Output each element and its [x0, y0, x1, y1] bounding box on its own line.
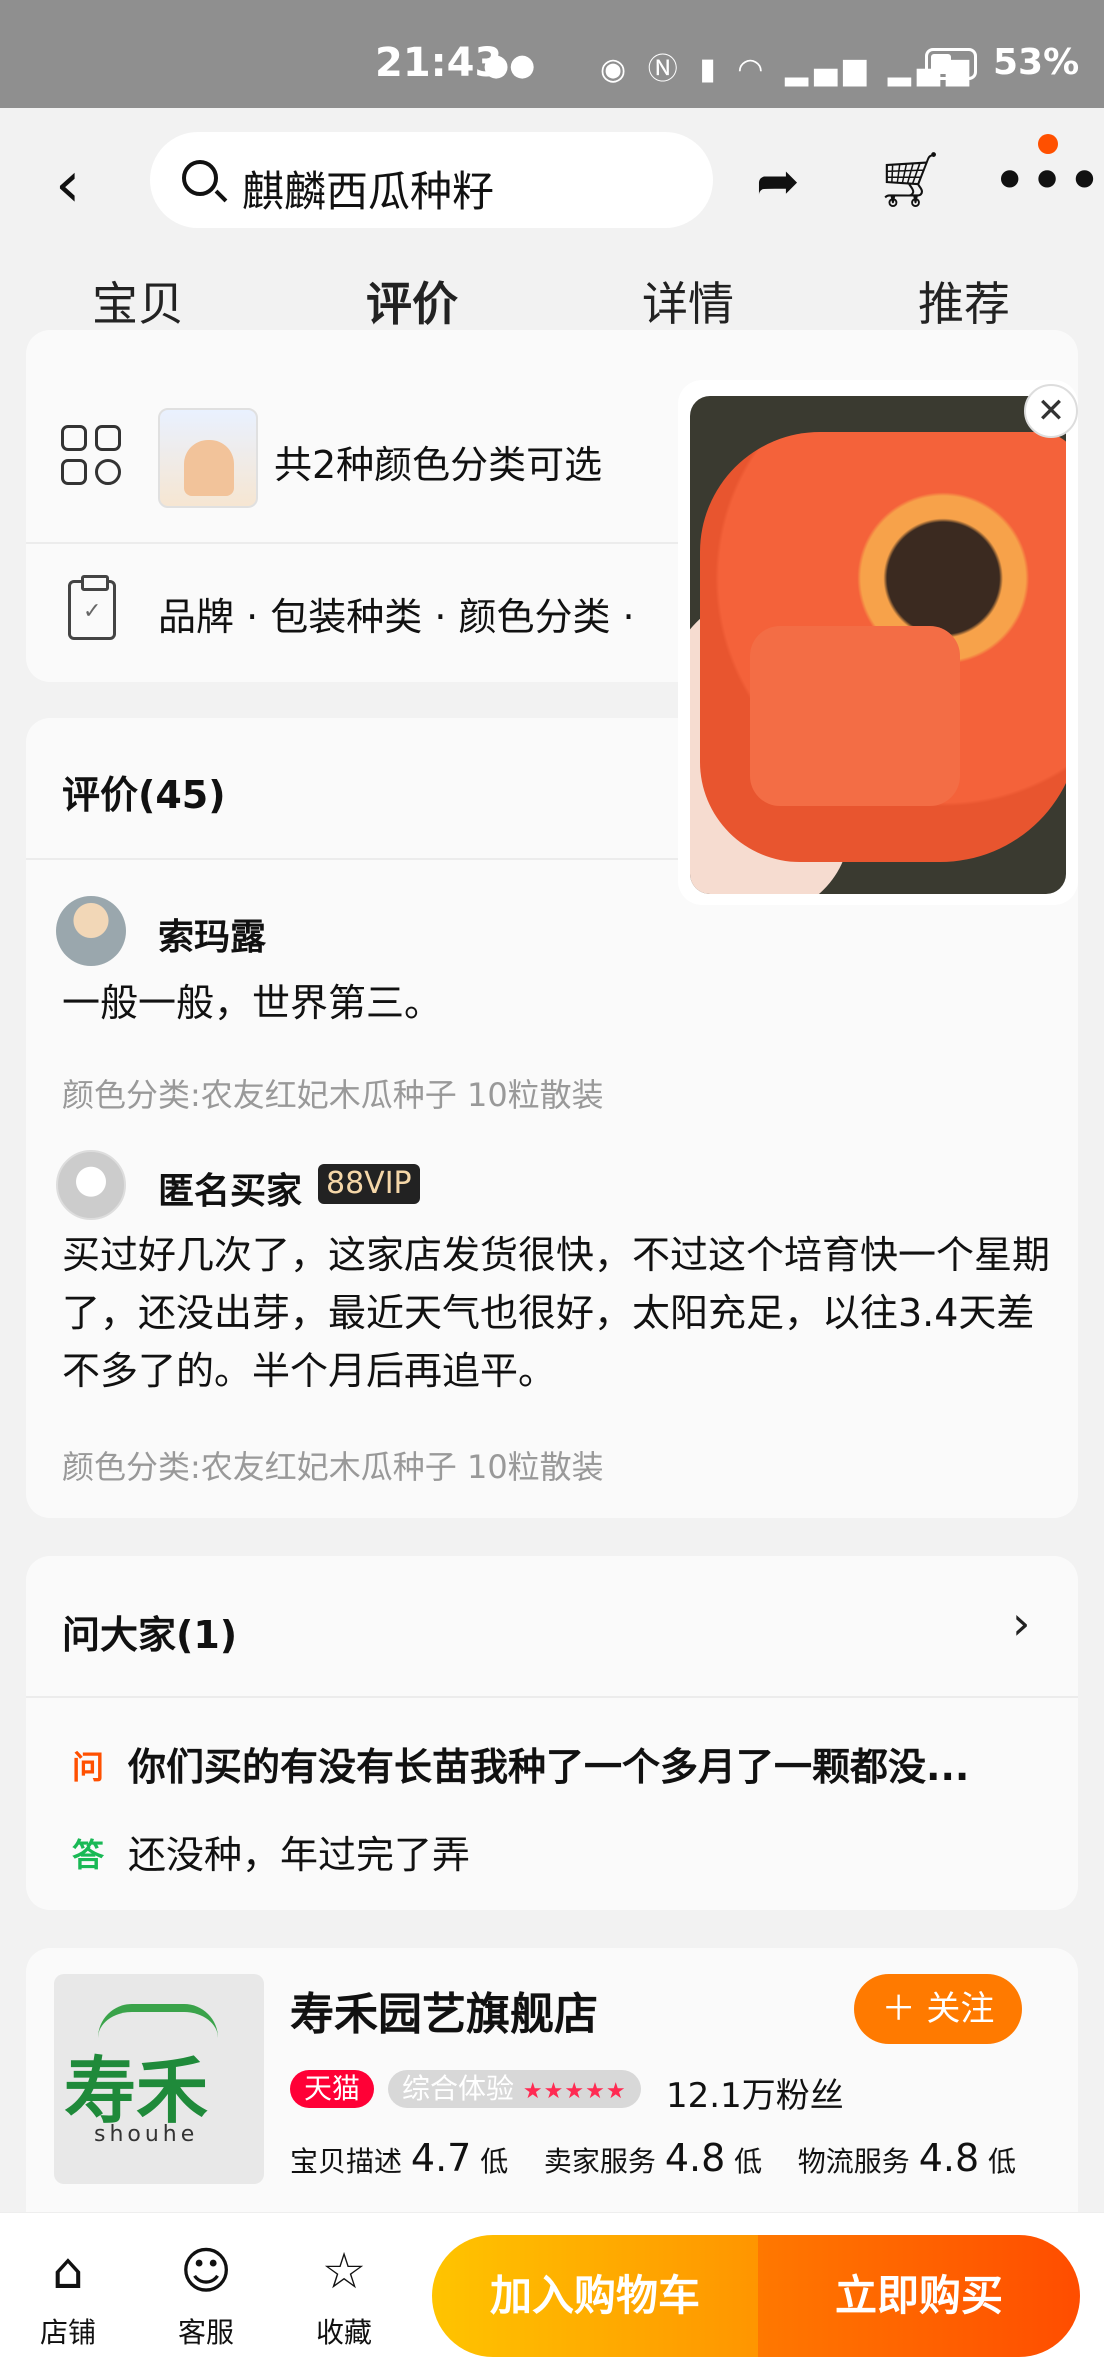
review-text: 一般一般，世界第三。 — [62, 981, 443, 1025]
chat-icon: ☺ — [179, 2242, 233, 2300]
review-variant: 颜色分类:农友红妃木瓜种子 10粒散装 — [62, 1076, 604, 1114]
back-icon[interactable]: ‹ — [55, 153, 81, 217]
avatar — [56, 1150, 126, 1220]
desc-level: 低 — [480, 2145, 509, 2178]
shop-card: 寿禾 shouhe 寿禾园艺旗舰店 ＋ 关注 天猫 综合体验 ★★★★★ 12.… — [26, 1948, 1078, 2248]
service-label: 客服 — [177, 2316, 234, 2349]
grid-icon — [61, 425, 125, 489]
answer-mark-label: 答 — [72, 1836, 105, 1874]
cart-icon[interactable]: 🛒︎ — [876, 148, 945, 212]
desc-label: 宝贝描述 — [290, 2145, 403, 2178]
logo-subtext: shouhe — [94, 2122, 199, 2147]
divider — [26, 1696, 1078, 1698]
logistics-label: 物流服务 — [797, 2145, 910, 2178]
favorite-label: 收藏 — [315, 2316, 372, 2349]
logistics-score: 4.8 — [918, 2136, 980, 2180]
service-label: 卖家服务 — [543, 2145, 656, 2178]
star-icon: ☆ — [321, 2242, 367, 2300]
shop-logo[interactable]: 寿禾 shouhe — [54, 1974, 264, 2184]
top-bar: ‹ 麒麟西瓜种籽 ➦ 🛒︎ ••• 宝贝 评价 详情 推荐 — [0, 108, 1104, 360]
question-text[interactable]: 你们买的有没有长苗我种了一个多月了一颗都没... — [128, 1736, 969, 1791]
shop-name[interactable]: 寿禾园艺旗舰店 — [290, 1978, 598, 2042]
store-label: 店铺 — [39, 2316, 96, 2349]
tab-details[interactable]: 详情 — [642, 268, 734, 334]
favorite-button[interactable]: ☆ 收藏 — [294, 2241, 394, 2351]
buy-now-button[interactable]: 立即购买 — [758, 2235, 1080, 2357]
fans-count: 12.1万粉丝 — [666, 2076, 844, 2116]
search-text: 麒麟西瓜种籽 — [242, 167, 495, 216]
store-button[interactable]: ⌂ 店铺 — [18, 2241, 118, 2351]
add-to-cart-button[interactable]: 加入购物车 — [432, 2235, 758, 2357]
desc-score: 4.7 — [410, 2136, 472, 2180]
question-mark-label: 问 — [72, 1748, 105, 1786]
bottom-action-bar: ⌂ 店铺 ☺ 客服 ☆ 收藏 加入购物车 立即购买 — [0, 2212, 1104, 2376]
chevron-right-icon[interactable]: › — [1012, 1596, 1030, 1650]
papaya-flesh — [750, 626, 960, 806]
vip-badge: 88VIP — [318, 1164, 420, 1204]
review-text: 买过好几次了，这家店发货很快，不过这个培育快一个星期了，还没出芽，最近天气也很好… — [62, 1233, 1051, 1393]
follow-button[interactable]: ＋ 关注 — [854, 1974, 1022, 2044]
experience-label: 综合体验 — [402, 2072, 515, 2105]
close-icon[interactable]: ✕ — [1024, 384, 1078, 438]
qa-card[interactable]: 问大家(1) › 问 你们买的有没有长苗我种了一个多月了一颗都没... 答 还没… — [26, 1556, 1078, 1910]
qa-title: 问大家(1) — [62, 1613, 238, 1657]
star-rating-icon: ★★★★★ — [522, 2079, 627, 2104]
store-icon: ⌂ — [52, 2242, 84, 2300]
notification-dot — [1038, 134, 1058, 154]
avatar — [56, 896, 126, 966]
floating-preview-image[interactable] — [690, 396, 1066, 894]
params-text[interactable]: 品牌 · 包装种类 · 颜色分类 · — [158, 586, 635, 641]
review-variant: 颜色分类:农友红妃木瓜种子 10粒散装 — [62, 1448, 604, 1486]
status-icons: ◉ Ⓝ ▮ ◠ ▂▄▆ ▂▄▆ — [600, 52, 975, 87]
logistics-level: 低 — [988, 2145, 1017, 2178]
share-icon[interactable]: ➦ — [756, 152, 800, 212]
shop-metrics: 宝贝描述 4.7 低 卖家服务 4.8 低 物流服务 4.8 低 — [290, 2136, 1016, 2180]
customer-service-button[interactable]: ☺ 客服 — [156, 2241, 256, 2351]
variant-thumbnail[interactable] — [158, 408, 258, 508]
tab-recommend[interactable]: 推荐 — [918, 268, 1010, 334]
tmall-badge: 天猫 — [290, 2070, 375, 2108]
reviews-title[interactable]: 评价(45) — [62, 764, 226, 819]
service-score: 4.8 — [664, 2136, 726, 2180]
tab-item[interactable]: 宝贝 — [92, 268, 184, 334]
search-icon — [182, 160, 218, 196]
wechat-icon: ●● — [483, 48, 536, 83]
answer-text: 还没种，年过完了弄 — [128, 1833, 471, 1877]
search-bar[interactable]: 麒麟西瓜种籽 — [150, 132, 713, 228]
review-username: 索玛露 — [158, 917, 267, 958]
more-icon[interactable]: ••• — [992, 146, 1104, 216]
review-username: 匿名买家 — [158, 1171, 303, 1212]
status-bar: 21:43 ●● ◉ Ⓝ ▮ ◠ ▂▄▆ ▂▄▆ 53% — [0, 0, 1104, 108]
color-options-text[interactable]: 共2种颜色分类可选 — [274, 434, 602, 489]
clipboard-icon — [68, 575, 116, 640]
tab-reviews[interactable]: 评价 — [366, 268, 458, 334]
experience-badge: 综合体验 ★★★★★ — [388, 2070, 641, 2108]
battery-icon — [925, 48, 977, 80]
service-level: 低 — [734, 2145, 763, 2178]
battery-percent: 53% — [993, 42, 1080, 83]
